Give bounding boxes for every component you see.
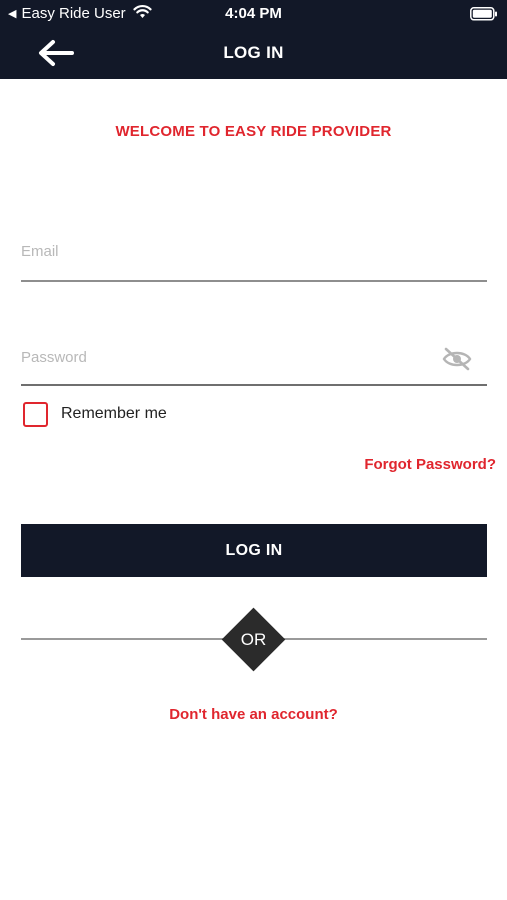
remember-me-label: Remember me — [61, 405, 167, 422]
signup-link[interactable]: Don't have an account? — [0, 706, 507, 723]
remember-me-checkbox[interactable] — [23, 402, 48, 427]
email-underline — [21, 280, 487, 282]
welcome-heading: WELCOME TO EASY RIDE PROVIDER — [115, 123, 392, 140]
or-label: OR — [240, 630, 267, 649]
page-title: LOG IN — [223, 43, 284, 62]
battery-icon — [470, 7, 497, 21]
password-underline — [21, 384, 487, 386]
email-input[interactable] — [21, 238, 487, 264]
password-input[interactable] — [21, 344, 431, 370]
forgot-password-link[interactable]: Forgot Password? — [364, 456, 496, 473]
status-time: 4:04 PM — [225, 5, 282, 22]
status-bar: ◀ Easy Ride User 4:04 PM — [0, 0, 507, 28]
login-button[interactable]: LOG IN — [21, 524, 487, 577]
eye-off-icon[interactable] — [441, 346, 473, 372]
top-bar: ◀ Easy Ride User 4:04 PM LOG IN — [0, 0, 507, 79]
